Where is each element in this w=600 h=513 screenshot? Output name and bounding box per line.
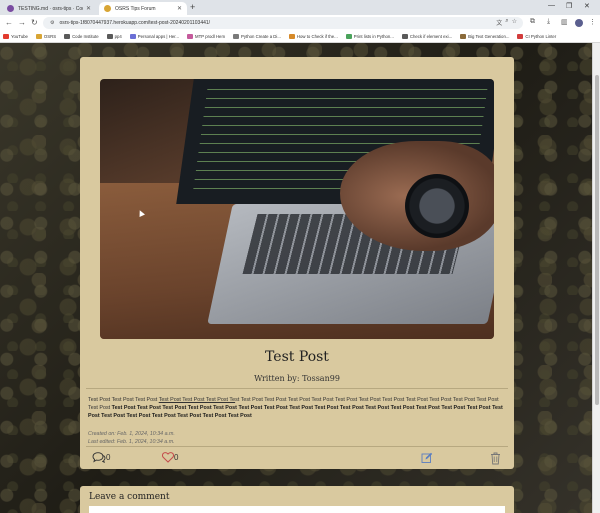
- bookmark-favicon-icon: [64, 34, 71, 39]
- github-icon: [7, 5, 14, 12]
- like-count-value: 0: [174, 453, 179, 462]
- translate-icon[interactable]: 文: [496, 18, 502, 27]
- bookmark-item[interactable]: OSRS: [35, 34, 57, 39]
- delete-post-button[interactable]: [490, 452, 501, 465]
- reload-icon[interactable]: ↻: [31, 18, 38, 28]
- bookmark-favicon-icon: [187, 34, 194, 39]
- post-card: Test Post Written by: Tossan99 Test Post…: [80, 57, 514, 469]
- post-text-bold: Test Post Test Post Test Post Test Post …: [88, 405, 503, 419]
- trash-icon: [490, 452, 501, 465]
- post-text-link[interactable]: Test Post Test Post Test Post Te: [159, 397, 235, 403]
- bookmark-label: MTP prodl Hem: [195, 34, 226, 39]
- bookmark-label: Print lists in Python...: [353, 34, 394, 39]
- bookmark-label: How to Check if the...: [296, 34, 338, 39]
- scrollbar-thumb[interactable]: [595, 75, 599, 405]
- bookmark-item[interactable]: Code Institute: [64, 34, 99, 39]
- bookmark-item[interactable]: Check if element exi...: [401, 34, 453, 39]
- bookmark-label: Code Institute: [72, 34, 99, 39]
- bookmark-favicon-icon: [288, 34, 295, 39]
- bookmark-favicon-icon: [233, 34, 240, 39]
- post-author: Written by: Tossan99: [254, 374, 340, 383]
- bookmark-label: YouTube: [11, 34, 28, 39]
- bookmark-item[interactable]: Python Create a Di...: [233, 34, 281, 39]
- browser-tab-active[interactable]: OSRS Tips Forum ✕: [99, 2, 187, 15]
- edit-post-button[interactable]: [421, 452, 433, 464]
- site-favicon-icon: [104, 5, 111, 12]
- like-button[interactable]: 0: [162, 452, 178, 463]
- bookmark-item[interactable]: Personal apps | Her...: [129, 34, 180, 39]
- bookmark-label: pp4: [114, 34, 122, 39]
- bookmark-item[interactable]: YouTube: [3, 34, 28, 39]
- close-tab-icon[interactable]: ✕: [86, 5, 91, 12]
- bookmark-label: Personal apps | Her...: [137, 34, 180, 39]
- bookmark-favicon-icon: [517, 34, 524, 39]
- new-tab-button[interactable]: +: [190, 3, 195, 12]
- bookmark-item[interactable]: pp4: [106, 34, 122, 39]
- edit-icon: [421, 452, 433, 464]
- post-content: Test Post Test Post Test Post Test Post …: [88, 396, 506, 420]
- page-viewport: Test Post Written by: Tossan99 Test Post…: [0, 43, 600, 513]
- tab-title: TESTING.md · osrs-tips · Codes: [18, 5, 83, 12]
- comment-count[interactable]: 0: [92, 452, 110, 463]
- post-actions: 0 0: [80, 449, 514, 467]
- comment-count-value: 0: [106, 453, 111, 462]
- created-date: Created on: Feb. 1, 2024, 10:34 a.m.: [88, 431, 175, 437]
- bookmarks-bar: YouTube OSRS Code Institute pp4 Personal app…: [0, 31, 600, 43]
- bookmark-item[interactable]: How to Check if the...: [288, 34, 338, 39]
- forward-icon[interactable]: →: [18, 18, 26, 28]
- page-scrollbar[interactable]: [592, 43, 600, 513]
- divider: [86, 388, 508, 389]
- back-icon[interactable]: ←: [5, 18, 13, 28]
- minimize-icon[interactable]: —: [548, 2, 555, 9]
- navigation-bar: ← → ↻ ⚙ osrs-tips-1f8070447937.herokuapp…: [0, 15, 600, 31]
- bookmark-favicon-icon: [35, 34, 42, 39]
- bookmark-label: CI Python Linter: [525, 34, 557, 39]
- post-title: Test Post: [265, 349, 329, 365]
- comment-heading: Leave a comment: [89, 492, 170, 502]
- url-text: osrs-tips-1f8070447937.herokuapp.com/tes…: [59, 20, 211, 26]
- side-panel-icon[interactable]: ▥: [561, 18, 568, 26]
- maximize-icon[interactable]: ❐: [566, 2, 572, 10]
- bookmark-label: OSRS: [43, 34, 57, 39]
- bookmark-label: Python Create a Di...: [241, 34, 281, 39]
- comments-icon: [92, 452, 106, 463]
- post-image: [100, 79, 494, 339]
- profile-avatar[interactable]: [575, 19, 583, 27]
- bookmark-item[interactable]: Big Text Generation...: [460, 34, 509, 39]
- window-close-icon[interactable]: ✕: [584, 2, 590, 10]
- close-tab-icon[interactable]: ✕: [177, 5, 182, 12]
- address-bar[interactable]: ⚙ osrs-tips-1f8070447937.herokuapp.com/t…: [43, 17, 523, 29]
- bookmark-item[interactable]: MTP prodl Hem: [187, 34, 225, 39]
- comment-form-card: Leave a comment: [80, 486, 514, 513]
- tab-strip: TESTING.md · osrs-tips · Codes ✕ OSRS Ti…: [0, 0, 600, 15]
- bookmark-item[interactable]: Print lists in Python...: [345, 34, 394, 39]
- bookmark-star-icon[interactable]: ☆: [512, 18, 517, 27]
- bookmark-favicon-icon: [345, 34, 352, 39]
- heart-icon: [162, 452, 174, 463]
- bookmark-favicon-icon: [3, 34, 9, 39]
- comment-textarea[interactable]: [89, 506, 505, 513]
- tab-title: OSRS Tips Forum: [115, 5, 156, 12]
- bookmark-label: Check if element exi...: [409, 34, 453, 39]
- download-icon[interactable]: ⤓: [547, 18, 550, 26]
- bookmark-item[interactable]: CI Python Linter: [517, 34, 556, 39]
- bookmark-favicon-icon: [106, 34, 113, 39]
- bookmark-favicon-icon: [129, 34, 136, 39]
- post-text: Test Post Test Post Test Post: [88, 397, 159, 403]
- bookmark-favicon-icon: [401, 34, 408, 39]
- site-info-icon[interactable]: ⚙: [50, 20, 54, 26]
- bookmark-favicon-icon: [460, 34, 467, 39]
- bookmark-label: Big Text Generation...: [468, 34, 510, 39]
- menu-icon[interactable]: ⋮: [589, 18, 596, 26]
- zoom-icon[interactable]: ⌕: [505, 18, 508, 27]
- edited-date: Last edited: Feb. 1, 2024, 10:34 a.m.: [88, 439, 175, 445]
- browser-tab[interactable]: TESTING.md · osrs-tips · Codes ✕: [2, 2, 96, 15]
- divider: [86, 446, 508, 447]
- extensions-icon[interactable]: ⧉: [530, 18, 535, 26]
